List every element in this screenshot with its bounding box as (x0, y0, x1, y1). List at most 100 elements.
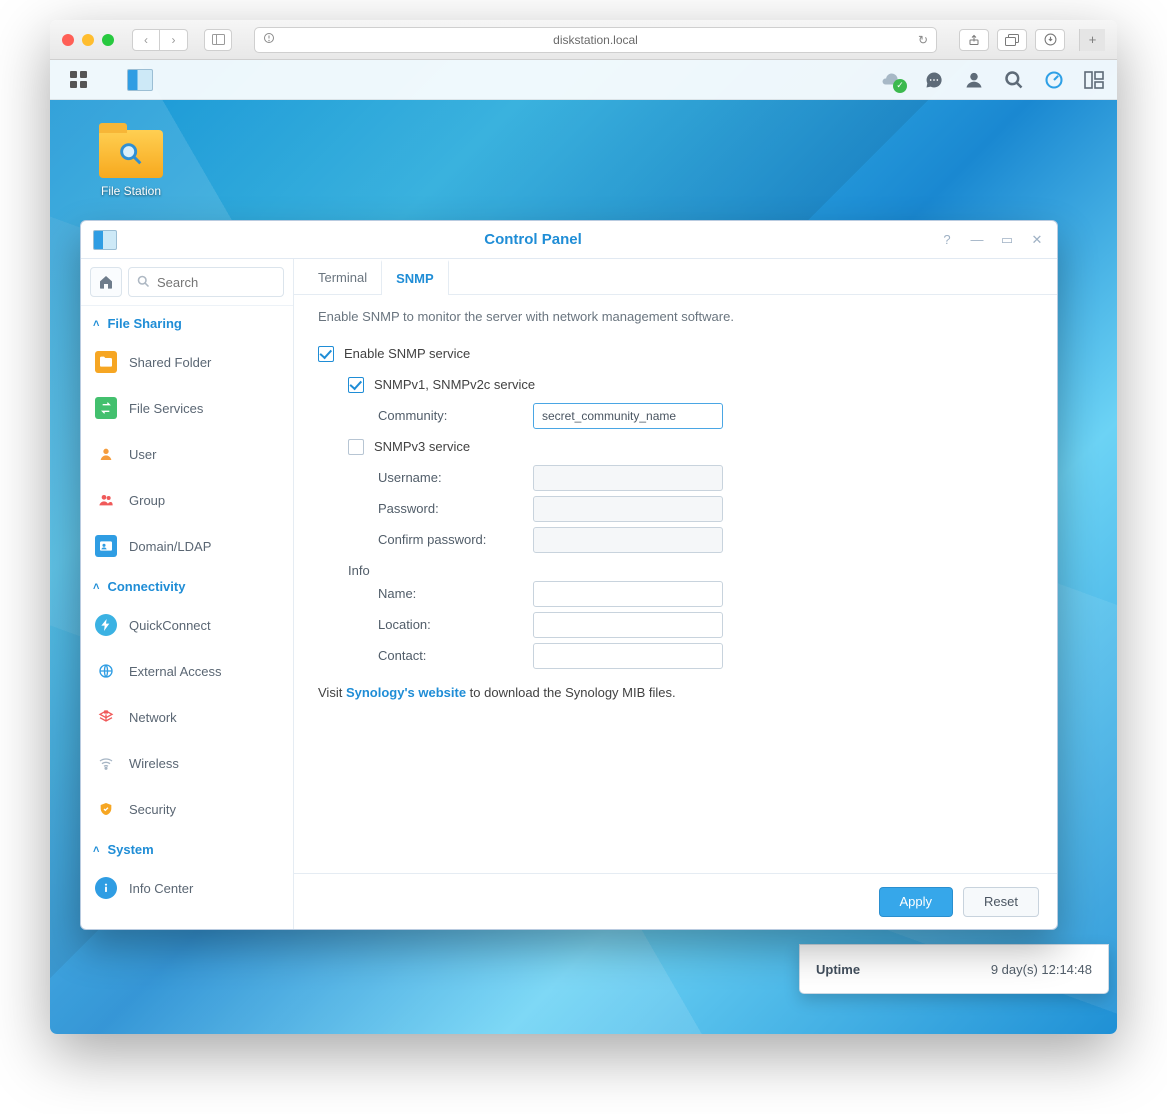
name-label: Name: (378, 586, 533, 601)
tab-snmp[interactable]: SNMP (381, 260, 449, 295)
location-input[interactable] (533, 612, 723, 638)
back-button[interactable]: ‹ (132, 29, 160, 51)
checkbox-snmp-v2c[interactable] (348, 377, 364, 393)
info-icon (98, 880, 114, 896)
window-close-button[interactable]: ✕ (1029, 232, 1045, 248)
downloads-button[interactable] (1035, 29, 1065, 51)
system-health-widget: Uptime 9 day(s) 12:14:48 (799, 944, 1109, 994)
control-panel-window: Control Panel ? — ▭ ✕ (80, 220, 1058, 930)
synology-website-link[interactable]: Synology's website (346, 685, 466, 700)
search-button[interactable] (1003, 69, 1025, 91)
username-input[interactable] (533, 465, 723, 491)
sidebar-item-network[interactable]: Network (81, 694, 293, 740)
nav-back-forward: ‹ › (132, 29, 188, 51)
sidebar-item-wireless[interactable]: Wireless (81, 740, 293, 786)
magnifier-icon (117, 140, 145, 168)
sidebar-item-info-center[interactable]: Info Center (81, 865, 293, 911)
sidebar-item-group[interactable]: Group (81, 477, 293, 523)
password-label: Password: (378, 501, 533, 516)
checkbox-snmp-v3[interactable] (348, 439, 364, 455)
minimize-icon[interactable] (82, 34, 94, 46)
location-label: Location: (378, 617, 533, 632)
search-input[interactable] (128, 267, 284, 297)
sidebar-category-connectivity[interactable]: ˄Connectivity (81, 569, 293, 602)
contact-label: Contact: (378, 648, 533, 663)
community-input[interactable] (533, 403, 723, 429)
dashboard-icon (1044, 70, 1064, 90)
password-input[interactable] (533, 496, 723, 522)
panels-icon (1084, 71, 1104, 89)
window-traffic-lights[interactable] (62, 34, 114, 46)
sidebar-item-shared-folder[interactable]: Shared Folder (81, 339, 293, 385)
search-icon (136, 274, 151, 292)
window-maximize-button[interactable]: ▭ (999, 232, 1015, 248)
dsm-desktop: ✓ File Station Uptime 9 day(s) 12:14:48 (50, 60, 1117, 1034)
snmp-v2c-label: SNMPv1, SNMPv2c service (374, 377, 535, 392)
reload-icon[interactable]: ↻ (918, 33, 928, 47)
snmp-settings-form: Enable SNMP to monitor the server with n… (294, 295, 1057, 873)
snmp-v3-label: SNMPv3 service (374, 439, 470, 454)
toolbar-right (959, 29, 1065, 51)
chevron-up-icon: ˄ (93, 318, 99, 330)
notifications-button[interactable] (923, 69, 945, 91)
sidebar-toggle-button[interactable] (204, 29, 232, 51)
checkbox-enable-snmp[interactable] (318, 346, 334, 362)
home-button[interactable] (90, 267, 122, 297)
window-help-button[interactable]: ? (939, 232, 955, 248)
sidebar-item-file-services[interactable]: File Services (81, 385, 293, 431)
apply-button[interactable]: Apply (879, 887, 954, 917)
sidebar-item-external-access[interactable]: External Access (81, 648, 293, 694)
sidebar: ˄File Sharing Shared Folder File Service… (81, 259, 294, 929)
window-minimize-button[interactable]: — (969, 232, 985, 248)
new-tab-button[interactable]: + (1079, 29, 1105, 51)
chat-icon (924, 70, 944, 90)
tab-terminal[interactable]: Terminal (304, 259, 381, 294)
window-titlebar[interactable]: Control Panel ? — ▭ ✕ (81, 221, 1057, 259)
share-button[interactable] (959, 29, 989, 51)
user-menu-button[interactable] (963, 69, 985, 91)
globe-icon (98, 663, 114, 679)
check-icon: ✓ (893, 79, 907, 93)
sidebar-category-file-sharing[interactable]: ˄File Sharing (81, 306, 293, 339)
reset-button[interactable]: Reset (963, 887, 1039, 917)
tabs-button[interactable] (997, 29, 1027, 51)
close-icon[interactable] (62, 34, 74, 46)
control-panel-icon (93, 230, 117, 250)
name-input[interactable] (533, 581, 723, 607)
panel-icon (212, 34, 225, 45)
dialog-footer: Apply Reset (294, 873, 1057, 929)
main-content: Terminal SNMP Enable SNMP to monitor the… (294, 259, 1057, 929)
uptime-label: Uptime (816, 962, 860, 977)
user-icon (98, 446, 114, 462)
desktop-icon-label: File Station (101, 184, 161, 198)
folder-share-icon (98, 354, 114, 370)
safari-titlebar: ‹ › diskstation.local ↻ + (50, 20, 1117, 60)
id-card-icon (98, 538, 114, 554)
forward-button[interactable]: › (160, 29, 188, 51)
sidebar-item-domain[interactable]: Domain/LDAP (81, 523, 293, 569)
enable-snmp-label: Enable SNMP service (344, 346, 470, 361)
sidebar-category-system[interactable]: ˄System (81, 832, 293, 865)
main-menu-button[interactable] (62, 64, 94, 96)
contact-input[interactable] (533, 643, 723, 669)
control-panel-icon (127, 69, 153, 91)
wifi-icon (98, 755, 114, 771)
tabs-icon (1005, 34, 1020, 46)
pilot-view-button[interactable] (1083, 69, 1105, 91)
control-panel-task-button[interactable] (124, 64, 156, 96)
zoom-icon[interactable] (102, 34, 114, 46)
sidebar-item-quickconnect[interactable]: QuickConnect (81, 602, 293, 648)
sidebar-item-user[interactable]: User (81, 431, 293, 477)
chevron-up-icon: ˄ (93, 844, 99, 856)
cloud-status[interactable]: ✓ (875, 69, 905, 91)
chevron-up-icon: ˄ (93, 581, 99, 593)
address-bar[interactable]: diskstation.local ↻ (254, 27, 937, 53)
home-icon (98, 274, 114, 290)
folder-icon (99, 130, 163, 178)
grid-icon (70, 71, 87, 88)
site-settings-icon (263, 32, 275, 47)
confirm-password-input[interactable] (533, 527, 723, 553)
widgets-button[interactable] (1043, 69, 1065, 91)
desktop-icon-file-station[interactable]: File Station (92, 130, 170, 198)
sidebar-item-security[interactable]: Security (81, 786, 293, 832)
